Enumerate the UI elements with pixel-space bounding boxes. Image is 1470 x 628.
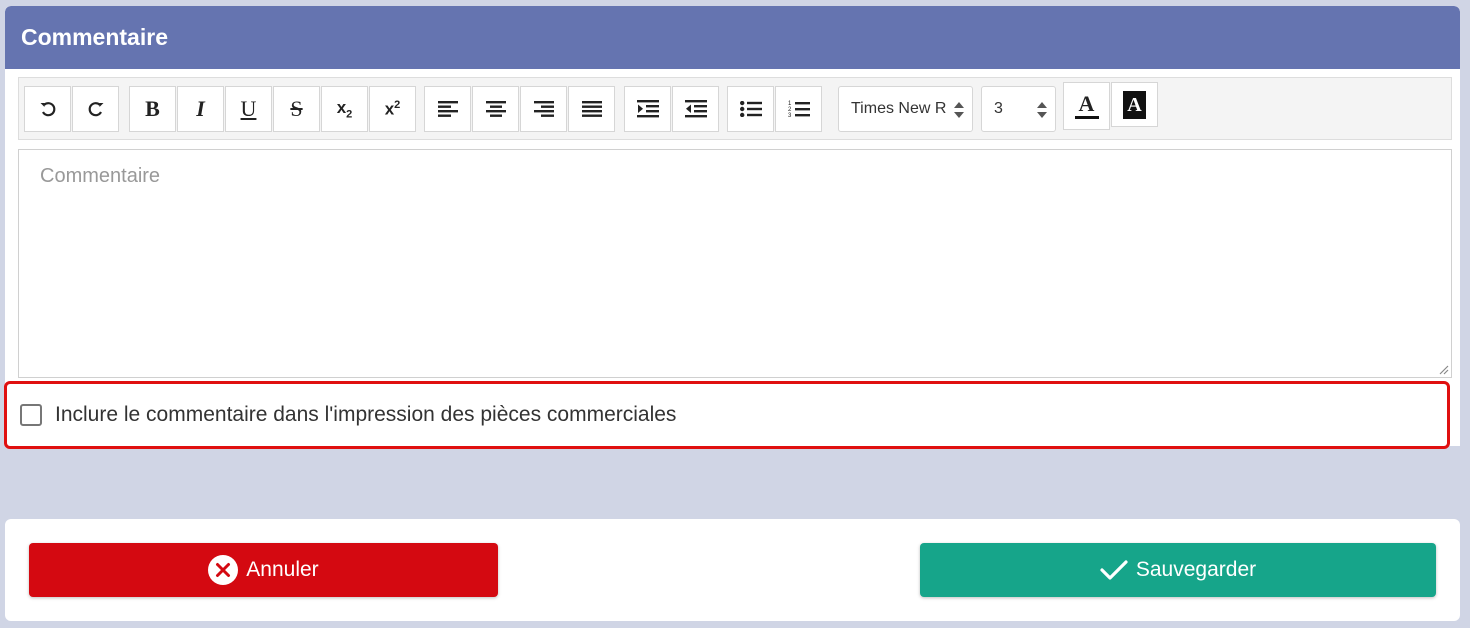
include-in-print-label[interactable]: Inclure le commentaire dans l'impression… xyxy=(55,403,676,427)
bullet-list-icon xyxy=(739,101,762,117)
align-left-icon xyxy=(437,101,458,117)
color-group: A A xyxy=(1063,82,1159,130)
align-left-button[interactable] xyxy=(424,86,471,132)
italic-button[interactable]: I xyxy=(177,86,224,132)
superscript-icon: x2 xyxy=(384,98,401,119)
resize-handle-icon[interactable] xyxy=(1439,365,1449,375)
select-arrows-icon xyxy=(1037,102,1047,118)
cancel-button[interactable]: Annuler xyxy=(29,543,498,597)
font-color-icon: A xyxy=(1078,90,1095,116)
format-group: B I U S x2 x2 xyxy=(129,86,417,132)
editor-placeholder: Commentaire xyxy=(40,165,161,187)
indent-button[interactable] xyxy=(624,86,671,132)
numbered-list-button[interactable]: 1 2 3 xyxy=(775,86,822,132)
align-justify-icon xyxy=(581,101,602,117)
indent-icon xyxy=(636,100,659,118)
indent-group xyxy=(624,86,720,132)
include-in-print-checkbox[interactable] xyxy=(20,404,42,426)
editor-toolbar: B I U S x2 x2 1 2 3 Times New R 3 A A xyxy=(18,77,1452,140)
redo-button[interactable] xyxy=(72,86,119,132)
font-color-swatch xyxy=(1074,115,1099,119)
save-button[interactable]: Sauvegarder xyxy=(920,543,1436,597)
svg-text:3: 3 xyxy=(788,113,792,118)
align-right-button[interactable] xyxy=(520,86,567,132)
comment-panel: Commentaire B I U S x2 x2 1 2 3 Times Ne… xyxy=(5,6,1460,446)
strikethrough-button[interactable]: S xyxy=(273,86,320,132)
align-center-button[interactable] xyxy=(472,86,519,132)
bullet-list-button[interactable] xyxy=(727,86,774,132)
highlight-color-button[interactable]: A xyxy=(1111,82,1158,127)
font-family-value: Times New R xyxy=(851,100,947,117)
panel-title: Commentaire xyxy=(5,6,1460,69)
save-label: Sauvegarder xyxy=(1135,558,1257,581)
undo-button[interactable] xyxy=(24,86,71,132)
subscript-icon: x2 xyxy=(336,97,353,121)
cancel-circle-icon xyxy=(208,555,239,585)
list-group: 1 2 3 xyxy=(727,86,823,132)
include-in-print-row: Inclure le commentaire dans l'impression… xyxy=(4,381,1450,449)
font-family-select[interactable]: Times New R xyxy=(838,86,973,132)
comment-editor[interactable]: Commentaire xyxy=(18,149,1452,378)
align-group xyxy=(424,86,616,132)
footer-actions: Annuler Sauvegarder xyxy=(5,519,1460,621)
font-size-select[interactable]: 3 xyxy=(981,86,1056,132)
undo-icon xyxy=(40,102,55,117)
font-size-value: 3 xyxy=(994,100,1003,117)
underline-button[interactable]: U xyxy=(225,86,272,132)
subscript-button[interactable]: x2 xyxy=(321,86,368,132)
history-group xyxy=(24,86,120,132)
numbered-list-icon: 1 2 3 xyxy=(788,101,810,118)
highlight-color-icon: A xyxy=(1123,90,1146,119)
align-justify-button[interactable] xyxy=(568,86,615,132)
font-color-button[interactable]: A xyxy=(1063,82,1110,130)
align-center-icon xyxy=(485,101,506,117)
outdent-icon xyxy=(684,100,707,118)
bold-button[interactable]: B xyxy=(129,86,176,132)
checkmark-icon xyxy=(1100,559,1128,581)
align-right-icon xyxy=(533,101,554,117)
redo-icon xyxy=(88,102,103,117)
select-arrows-icon xyxy=(954,102,964,118)
cancel-label: Annuler xyxy=(246,558,319,581)
superscript-button[interactable]: x2 xyxy=(369,86,416,132)
outdent-button[interactable] xyxy=(672,86,719,132)
